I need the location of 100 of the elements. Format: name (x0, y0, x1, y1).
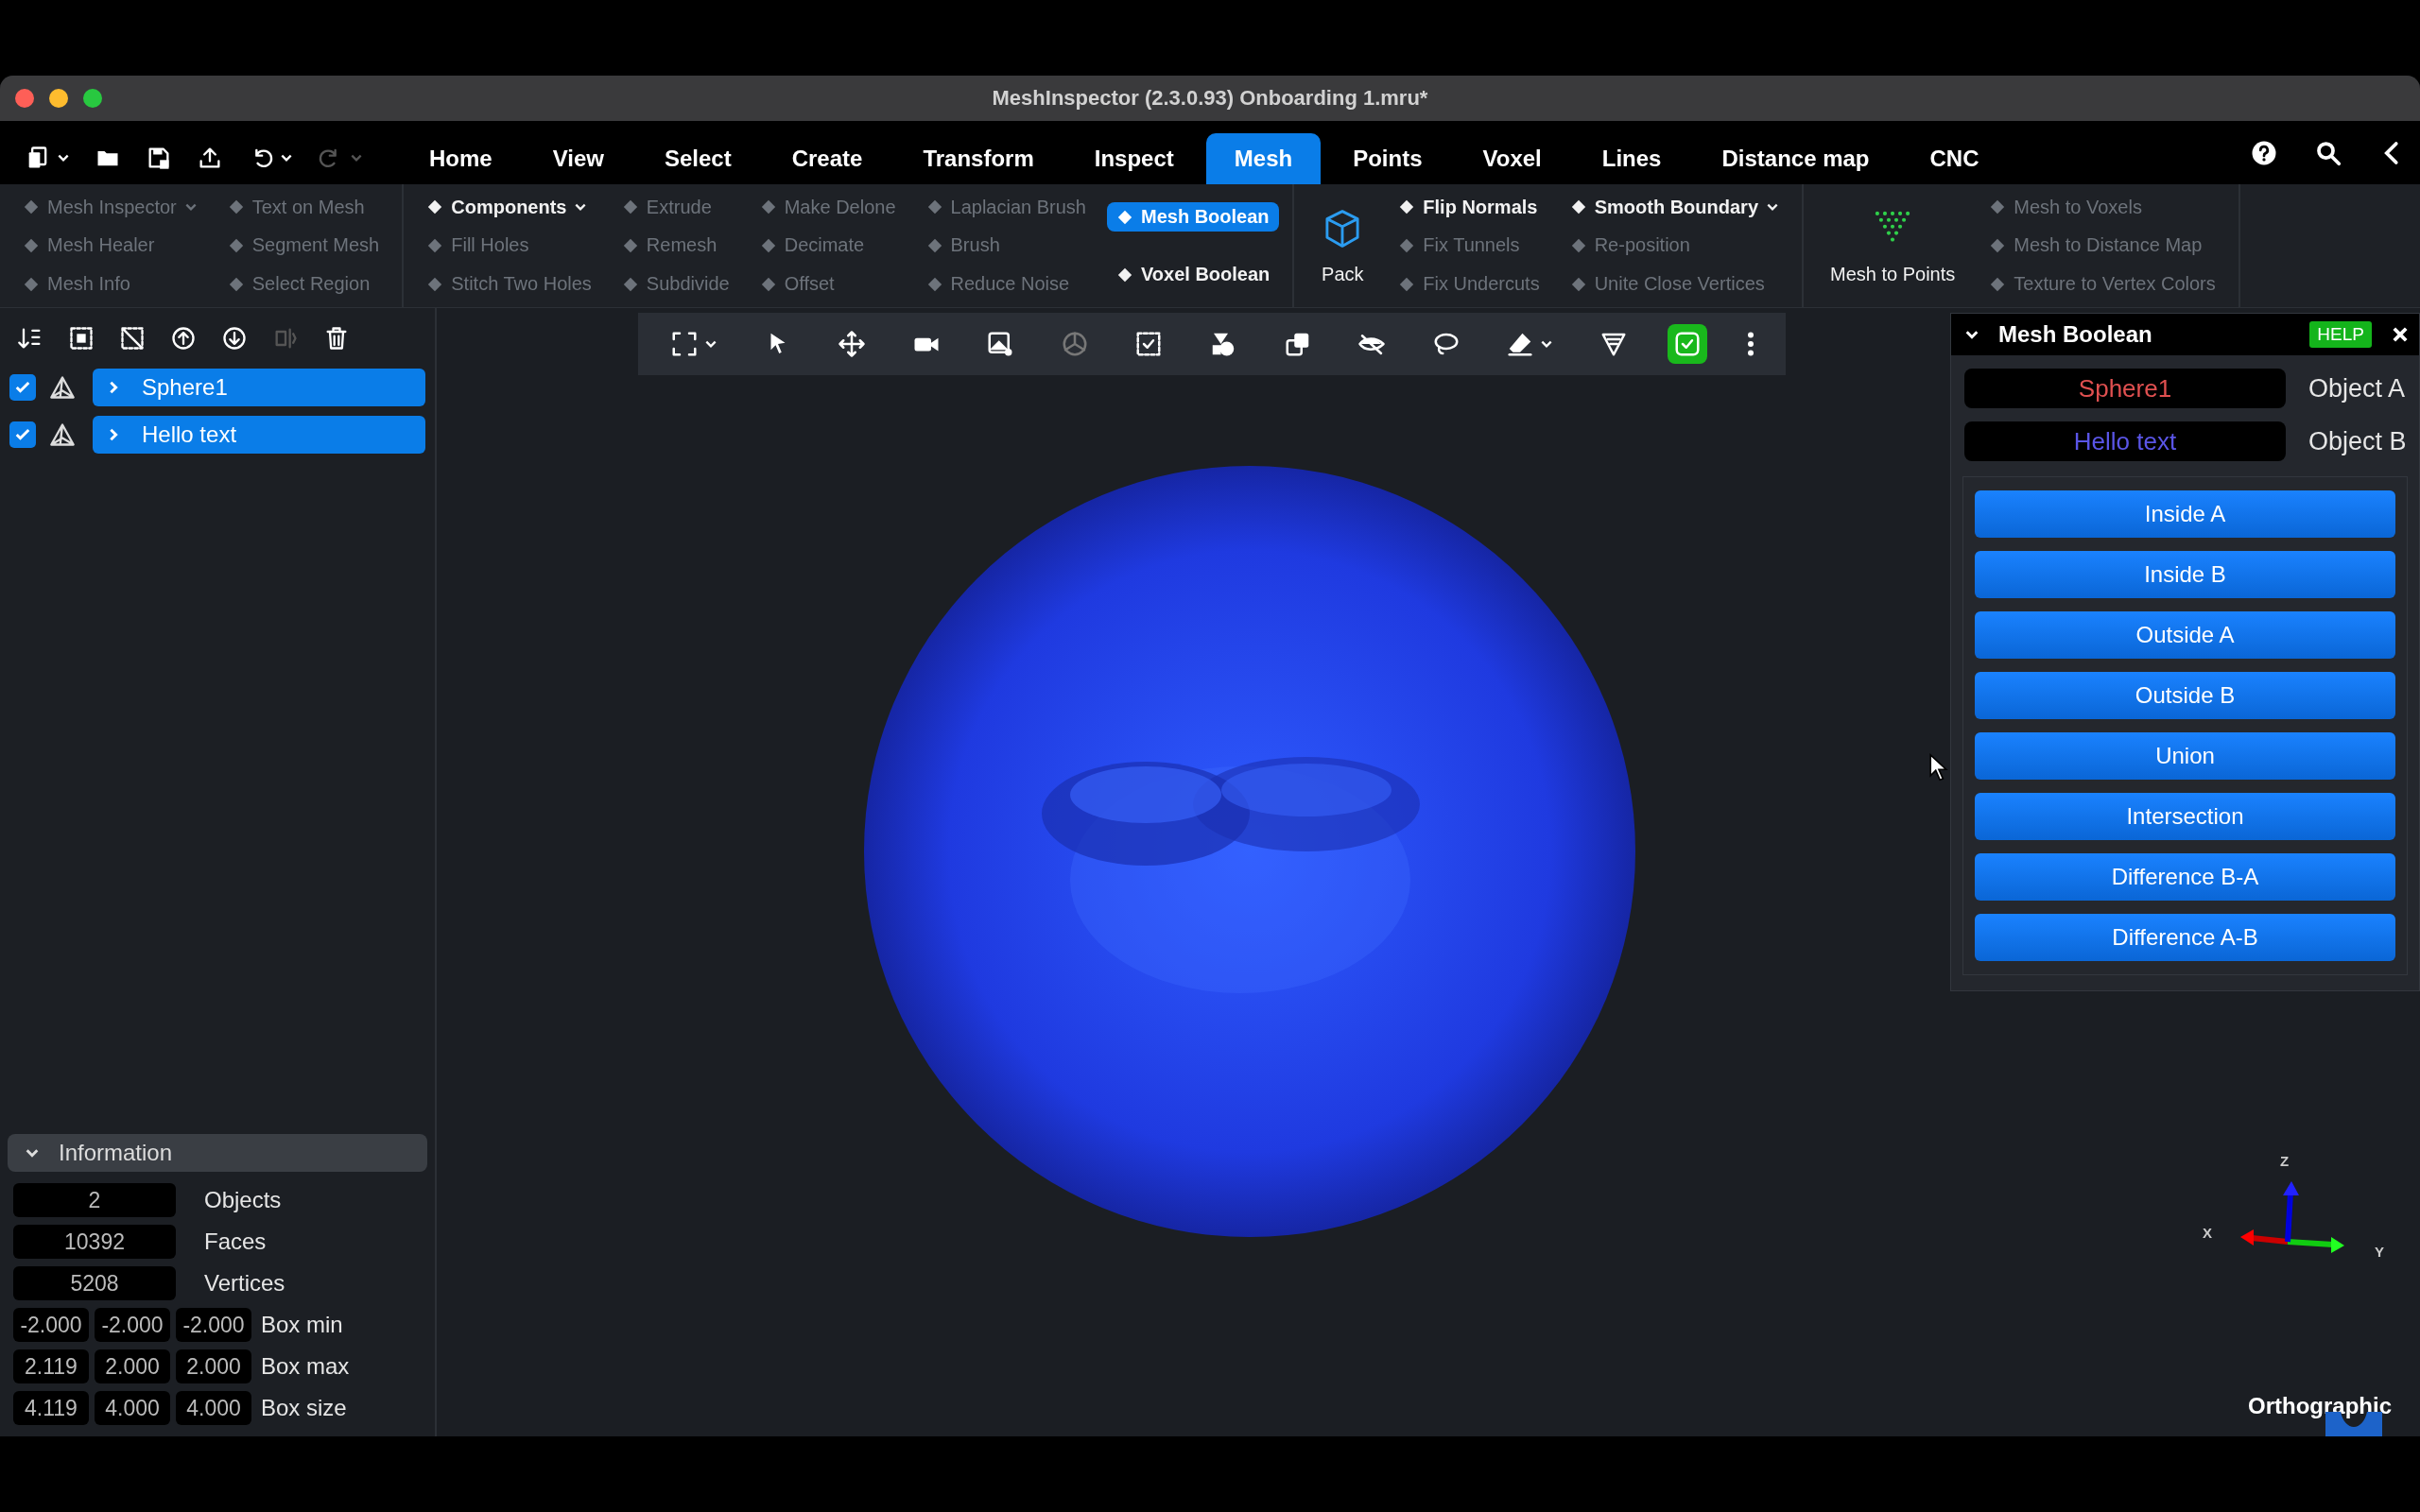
menu-tab[interactable]: Home (401, 133, 521, 184)
search-icon[interactable] (2314, 139, 2342, 167)
tool-diamond-icon (925, 198, 943, 216)
menu-tab[interactable]: Mesh (1205, 133, 1322, 184)
panel-title: Mesh Boolean (1998, 321, 2153, 348)
value-field: 2.000 (176, 1349, 251, 1383)
cursor-icon (1928, 752, 1949, 782)
visibility-checkbox[interactable] (9, 374, 36, 401)
arrow-up-icon (170, 325, 197, 352)
tool-diamond-icon (1569, 198, 1587, 216)
tool-diamond-icon (1398, 237, 1416, 254)
tool-diamond-icon (23, 275, 40, 293)
value-field: 4.119 (13, 1391, 89, 1425)
object-label: Object A (2308, 373, 2406, 404)
fit-frame-icon (670, 330, 700, 358)
ribbon-large-button[interactable]: Mesh to Points (1811, 184, 1975, 307)
object-field[interactable]: Sphere1 (1964, 369, 2286, 408)
tool-diamond-icon (1115, 208, 1133, 226)
boolean-operation-button[interactable]: Difference B-A (1975, 853, 2395, 901)
info-label: Objects (204, 1187, 282, 1213)
info-label: Faces (204, 1228, 267, 1255)
select-all-icon (68, 325, 95, 352)
check-icon (1673, 330, 1703, 358)
object-field[interactable]: Hello text (1964, 421, 2286, 461)
menu-tab[interactable]: Distance map (1693, 133, 1898, 184)
menu-tab[interactable]: Points (1324, 133, 1451, 184)
object-tree-item[interactable]: Sphere1 (93, 369, 425, 406)
tool-diamond-icon (759, 237, 777, 254)
tool-diamond-icon (23, 198, 40, 216)
deselect-button[interactable] (119, 325, 146, 352)
mesh-triangle-icon (49, 421, 76, 448)
boolean-operation-button[interactable]: Intersection (1975, 793, 2395, 840)
mesh-triangle-icon (49, 374, 76, 401)
boolean-operation-button[interactable]: Outside B (1975, 672, 2395, 719)
ribbon-button[interactable]: Components (417, 192, 601, 222)
ribbon-button[interactable]: Voxel Boolean (1106, 260, 1280, 289)
help-button[interactable]: HELP (2309, 321, 2372, 348)
menu-tab[interactable]: Create (763, 133, 891, 184)
axis-label: X (2203, 1225, 2212, 1241)
tool-diamond-icon (426, 237, 444, 254)
tool-diamond-icon (621, 198, 639, 216)
ribbon-button[interactable]: Flip Normals (1389, 192, 1549, 222)
value-field: 2.000 (95, 1349, 170, 1383)
minimize-window-button[interactable] (49, 89, 68, 108)
select-all-button[interactable] (68, 325, 95, 352)
help-icon[interactable] (2250, 139, 2278, 167)
value-field: -2.000 (95, 1308, 170, 1342)
tool-diamond-icon (227, 237, 245, 254)
tool-diamond-icon (1115, 266, 1133, 284)
tool-diamond-icon (759, 198, 777, 216)
visibility-checkbox[interactable] (9, 421, 36, 448)
info-label: Vertices (204, 1270, 285, 1297)
move-icon (838, 330, 867, 358)
info-label: Box min (261, 1312, 343, 1338)
information-header[interactable]: Information (8, 1134, 427, 1172)
deselect-icon (119, 325, 146, 352)
axis-label: Z (2280, 1153, 2290, 1169)
menu-tab[interactable]: Lines (1573, 133, 1690, 184)
tool-diamond-icon (1398, 198, 1416, 216)
arrow-up-button[interactable] (170, 325, 197, 352)
boolean-operation-button[interactable]: Outside A (1975, 611, 2395, 659)
value-field: 2.119 (13, 1349, 89, 1383)
value-field: 4.000 (176, 1391, 251, 1425)
ribbon-large-button[interactable]: Pack (1302, 184, 1384, 307)
tool-diamond-icon (925, 237, 943, 254)
tool-diamond-icon (1569, 275, 1587, 293)
tool-diamond-icon (621, 275, 639, 293)
menu-tab[interactable]: Voxel (1454, 133, 1570, 184)
object-label: Object B (2308, 426, 2407, 456)
menu-tab[interactable]: View (524, 133, 632, 184)
ribbon-button[interactable]: Mesh Boolean (1106, 202, 1280, 232)
object-tree-item[interactable]: Hello text (93, 416, 425, 454)
tool-diamond-icon (1989, 198, 2007, 216)
maximize-window-button[interactable] (83, 89, 102, 108)
value-field: 2 (13, 1183, 176, 1217)
close-icon[interactable] (2391, 325, 2410, 344)
kebab-menu-icon (1747, 332, 1754, 356)
menu-tab[interactable]: Transform (894, 133, 1063, 184)
arrow-down-button[interactable] (221, 325, 248, 352)
check-button[interactable] (1668, 324, 1708, 364)
window-title: MeshInspector (2.3.0.93) Onboarding 1.mru* (992, 86, 1428, 111)
tool-diamond-icon (1398, 275, 1416, 293)
menu-tab[interactable]: Select (635, 133, 760, 184)
tool-diamond-icon (1569, 237, 1587, 254)
boolean-operation-button[interactable]: Union (1975, 732, 2395, 780)
value-field: 4.000 (95, 1391, 170, 1425)
close-window-button[interactable] (15, 89, 34, 108)
boolean-operation-button[interactable]: Inside A (1975, 490, 2395, 538)
tool-diamond-icon (925, 275, 943, 293)
tool-diamond-icon (426, 275, 444, 293)
menu-tab[interactable]: CNC (1901, 133, 2008, 184)
boolean-operation-button[interactable]: Inside B (1975, 551, 2395, 598)
tool-diamond-icon (227, 198, 245, 216)
tool-diamond-icon (621, 237, 639, 254)
axis-label: Y (2375, 1244, 2384, 1260)
menu-tab[interactable]: Inspect (1065, 133, 1202, 184)
arrow-down-icon (221, 325, 248, 352)
ribbon-button[interactable]: Smooth Boundary (1560, 192, 1789, 222)
boolean-operation-button[interactable]: Difference A-B (1975, 914, 2395, 961)
check-frame-icon (1134, 330, 1164, 358)
